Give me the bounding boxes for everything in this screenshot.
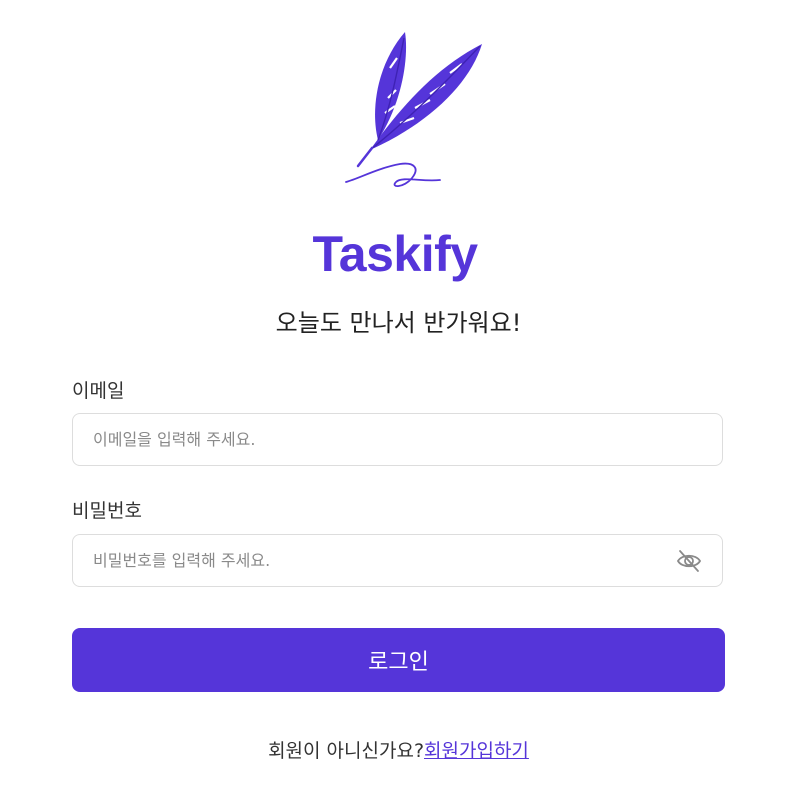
login-button[interactable]: 로그인 (72, 628, 725, 692)
password-field-box (72, 534, 723, 587)
email-label: 이메일 (72, 380, 125, 402)
greeting-text: 오늘도 만나서 반가워요! (275, 309, 522, 337)
password-label: 비밀번호 (72, 500, 142, 522)
email-input[interactable] (73, 414, 722, 465)
eye-off-icon[interactable] (676, 549, 702, 573)
signup-row: 회원이 아니신가요?회원가입하기 (0, 737, 790, 765)
brand-name: Taskify (312, 226, 478, 282)
logo-ink-flourish (345, 162, 441, 187)
email-field-box (72, 413, 723, 466)
password-input[interactable] (73, 535, 722, 586)
logo-icon (330, 28, 490, 193)
signup-prompt: 회원이 아니신가요? (268, 740, 425, 762)
signup-link[interactable]: 회원가입하기 (424, 740, 529, 762)
